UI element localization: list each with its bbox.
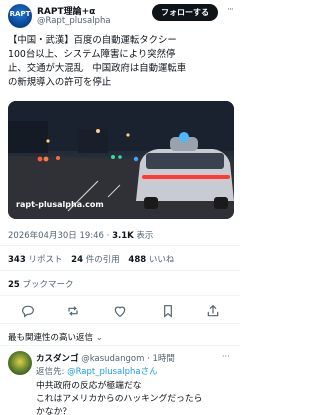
post-text-line: 止、交通が大混乱 中国政府は自動運転車 xyxy=(8,63,187,74)
divider xyxy=(0,270,240,271)
post-header: RAPT RAPT理論+α @Rapt_plusalpha フォローする ··· xyxy=(0,0,240,30)
reply-handle-time[interactable]: @kasudangom · 1時間 xyxy=(81,354,175,364)
post-timestamp[interactable]: 2026年04月30日 19:46 · xyxy=(8,231,112,241)
reply-icon[interactable] xyxy=(20,303,36,319)
reply-sort-label: 最も関連性の高い返信 xyxy=(8,333,94,343)
reply-to: 返信先: @Rapt_plusalphaさん xyxy=(36,367,158,377)
likes-stat[interactable]: 488 いいね xyxy=(128,255,174,265)
like-icon[interactable] xyxy=(112,303,128,319)
reply-text-line: これはアメリカからのハッキングだったら xyxy=(36,394,203,404)
divider xyxy=(0,245,240,246)
views-label: 表示 xyxy=(133,231,154,241)
bookmark-icon[interactable] xyxy=(160,303,176,319)
reply-item[interactable]: カスダンゴ @kasudangom · 1時間 ··· 返信先: @Rapt_p… xyxy=(0,348,240,415)
post-text: 【中国・武漢】百度の自動運転タクシー 100台以上、システム障害により突然停 止… xyxy=(8,34,234,90)
post-text-line: 【中国・武漢】百度の自動運転タクシー xyxy=(8,35,177,46)
reposts-stat[interactable]: 343 リポスト xyxy=(8,255,62,265)
reply-more-icon[interactable]: ··· xyxy=(222,352,230,361)
reply-text-line: かなか？ xyxy=(36,407,72,415)
avatar-label: RAPT xyxy=(9,10,31,18)
post-meta: 2026年04月30日 19:46 · 3.1K 表示 xyxy=(8,229,153,241)
bookmarks-stat[interactable]: 25 ブックマーク xyxy=(8,278,74,290)
reply-sort-selector[interactable]: 最も関連性の高い返信 ⌄ xyxy=(8,331,103,343)
views-count: 3.1K xyxy=(112,231,134,241)
reply-to-handle[interactable]: @Rapt_plusalphaさん xyxy=(67,367,158,377)
share-icon[interactable] xyxy=(205,303,221,319)
reply-avatar[interactable] xyxy=(8,351,32,375)
quotes-stat[interactable]: 24 件の引用 xyxy=(71,255,120,265)
divider xyxy=(0,345,240,346)
post-image[interactable]: rapt-plusalpha.com xyxy=(8,101,234,219)
divider xyxy=(0,323,240,324)
engagement-stats: 343 リポスト 24 件の引用 488 いいね xyxy=(8,253,180,265)
divider xyxy=(0,295,240,296)
action-bar xyxy=(0,300,240,322)
reply-header: カスダンゴ @kasudangom · 1時間 xyxy=(36,352,175,364)
more-options-icon[interactable]: ··· xyxy=(222,4,238,20)
reply-author-name[interactable]: カスダンゴ xyxy=(36,354,79,364)
chevron-down-icon: ⌄ xyxy=(95,333,103,343)
post-text-line: の新規導入の許可を停止 xyxy=(8,77,112,88)
media-caption: rapt-plusalpha.com xyxy=(16,200,104,209)
follow-button[interactable]: フォローする xyxy=(152,4,218,21)
repost-icon[interactable] xyxy=(65,303,81,319)
author-handle[interactable]: @Rapt_plusalpha xyxy=(37,16,111,26)
reply-text-line: 中共政府の反応が極端だな xyxy=(36,381,142,391)
post-text-line: 100台以上、システム障害により突然停 xyxy=(8,49,176,60)
author-avatar[interactable]: RAPT xyxy=(8,4,32,28)
